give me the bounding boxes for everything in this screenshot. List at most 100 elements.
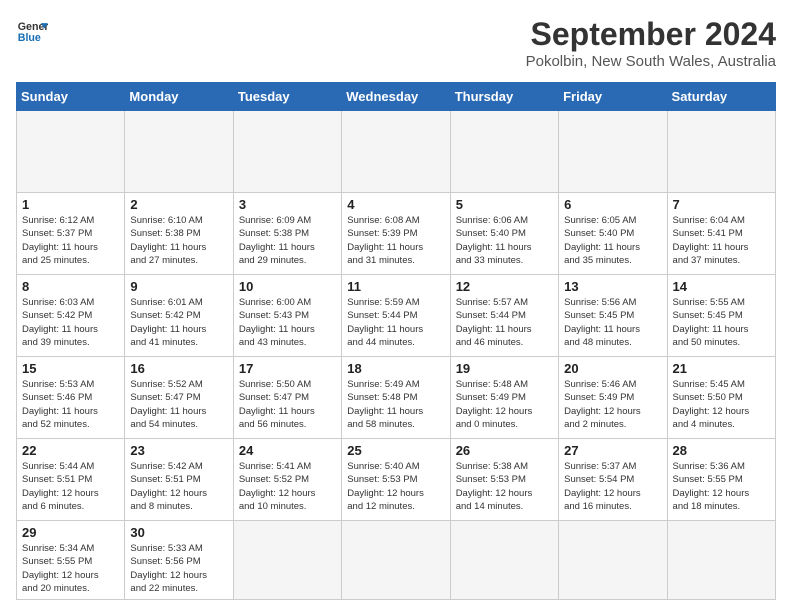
table-row bbox=[233, 111, 341, 193]
table-row: 13 Sunrise: 5:56 AM Sunset: 5:45 PM Dayli… bbox=[559, 275, 667, 357]
day-number: 5 bbox=[456, 197, 553, 212]
day-number: 10 bbox=[239, 279, 336, 294]
logo-icon: General Blue bbox=[16, 16, 48, 48]
day-number: 16 bbox=[130, 361, 227, 376]
table-row: 2Sunrise: 6:10 AM Sunset: 5:38 PM Daylig… bbox=[125, 193, 233, 275]
table-row bbox=[559, 111, 667, 193]
table-row: 30 Sunrise: 5:33 AM Sunset: 5:56 PM Dayli… bbox=[125, 521, 233, 600]
day-info: Sunrise: 5:44 AM Sunset: 5:51 PM Dayligh… bbox=[22, 460, 119, 513]
day-info: Sunrise: 5:55 AM Sunset: 5:45 PM Dayligh… bbox=[673, 296, 770, 349]
table-row: 20Sunrise: 5:46 AM Sunset: 5:49 PM Dayli… bbox=[559, 357, 667, 439]
day-info: Sunrise: 5:36 AM Sunset: 5:55 PM Dayligh… bbox=[673, 460, 770, 513]
col-tuesday: Tuesday bbox=[233, 83, 341, 111]
table-row: 5 Sunrise: 6:06 AM Sunset: 5:40 PM Daylig… bbox=[450, 193, 558, 275]
day-info: Sunrise: 6:10 AM Sunset: 5:38 PM Dayligh… bbox=[130, 214, 227, 267]
table-row: 29 Sunrise: 5:34 AM Sunset: 5:55 PM Dayli… bbox=[17, 521, 125, 600]
calendar-body: 1Sunrise: 6:12 AM Sunset: 5:37 PM Daylig… bbox=[17, 111, 776, 600]
table-row: 19 Sunrise: 5:48 AM Sunset: 5:49 PM Dayli… bbox=[450, 357, 558, 439]
day-number: 24 bbox=[239, 443, 336, 458]
table-row bbox=[233, 521, 341, 600]
table-row bbox=[342, 521, 450, 600]
table-row bbox=[559, 521, 667, 600]
table-row: 28Sunrise: 5:36 AM Sunset: 5:55 PM Dayli… bbox=[667, 439, 775, 521]
table-row: 25Sunrise: 5:40 AM Sunset: 5:53 PM Dayli… bbox=[342, 439, 450, 521]
table-row: 21Sunrise: 5:45 AM Sunset: 5:50 PM Dayli… bbox=[667, 357, 775, 439]
day-info: Sunrise: 5:45 AM Sunset: 5:50 PM Dayligh… bbox=[673, 378, 770, 431]
day-info: Sunrise: 5:52 AM Sunset: 5:47 PM Dayligh… bbox=[130, 378, 227, 431]
calendar-header: Sunday Monday Tuesday Wednesday Thursday… bbox=[17, 83, 776, 111]
day-number: 3 bbox=[239, 197, 336, 212]
table-row: 17Sunrise: 5:50 AM Sunset: 5:47 PM Dayli… bbox=[233, 357, 341, 439]
day-number: 15 bbox=[22, 361, 119, 376]
day-number: 11 bbox=[347, 279, 444, 294]
day-number: 13 bbox=[564, 279, 661, 294]
table-row: 1Sunrise: 6:12 AM Sunset: 5:37 PM Daylig… bbox=[17, 193, 125, 275]
table-row: 15Sunrise: 5:53 AM Sunset: 5:46 PM Dayli… bbox=[17, 357, 125, 439]
col-wednesday: Wednesday bbox=[342, 83, 450, 111]
day-number: 22 bbox=[22, 443, 119, 458]
day-number: 8 bbox=[22, 279, 119, 294]
col-thursday: Thursday bbox=[450, 83, 558, 111]
day-number: 18 bbox=[347, 361, 444, 376]
table-row bbox=[667, 521, 775, 600]
day-info: Sunrise: 5:34 AM Sunset: 5:55 PM Dayligh… bbox=[22, 542, 119, 595]
day-info: Sunrise: 5:33 AM Sunset: 5:56 PM Dayligh… bbox=[130, 542, 227, 595]
day-info: Sunrise: 5:57 AM Sunset: 5:44 PM Dayligh… bbox=[456, 296, 553, 349]
table-row: 24 Sunrise: 5:41 AM Sunset: 5:52 PM Dayli… bbox=[233, 439, 341, 521]
day-info: Sunrise: 6:06 AM Sunset: 5:40 PM Dayligh… bbox=[456, 214, 553, 267]
table-row bbox=[17, 111, 125, 193]
table-row: 11 Sunrise: 5:59 AM Sunset: 5:44 PM Dayli… bbox=[342, 275, 450, 357]
day-number: 1 bbox=[22, 197, 119, 212]
day-info: Sunrise: 5:48 AM Sunset: 5:49 PM Dayligh… bbox=[456, 378, 553, 431]
table-row: 6 Sunrise: 6:05 AM Sunset: 5:40 PM Daylig… bbox=[559, 193, 667, 275]
day-number: 9 bbox=[130, 279, 227, 294]
svg-text:Blue: Blue bbox=[18, 32, 41, 44]
day-info: Sunrise: 5:49 AM Sunset: 5:48 PM Dayligh… bbox=[347, 378, 444, 431]
day-info: Sunrise: 6:04 AM Sunset: 5:41 PM Dayligh… bbox=[673, 214, 770, 267]
table-row bbox=[450, 521, 558, 600]
table-row: 22 Sunrise: 5:44 AM Sunset: 5:51 PM Dayli… bbox=[17, 439, 125, 521]
day-number: 4 bbox=[347, 197, 444, 212]
day-number: 25 bbox=[347, 443, 444, 458]
day-info: Sunrise: 5:38 AM Sunset: 5:53 PM Dayligh… bbox=[456, 460, 553, 513]
table-row bbox=[667, 111, 775, 193]
day-info: Sunrise: 6:09 AM Sunset: 5:38 PM Dayligh… bbox=[239, 214, 336, 267]
col-friday: Friday bbox=[559, 83, 667, 111]
day-number: 14 bbox=[673, 279, 770, 294]
day-number: 20 bbox=[564, 361, 661, 376]
day-number: 12 bbox=[456, 279, 553, 294]
day-info: Sunrise: 5:37 AM Sunset: 5:54 PM Dayligh… bbox=[564, 460, 661, 513]
table-row: 12 Sunrise: 5:57 AM Sunset: 5:44 PM Dayli… bbox=[450, 275, 558, 357]
title-block: September 2024 Pokolbin, New South Wales… bbox=[526, 16, 776, 70]
day-number: 23 bbox=[130, 443, 227, 458]
day-number: 7 bbox=[673, 197, 770, 212]
table-row: 10 Sunrise: 6:00 AM Sunset: 5:43 PM Dayli… bbox=[233, 275, 341, 357]
page-header: General Blue September 2024 Pokolbin, Ne… bbox=[16, 16, 776, 70]
table-row: 26 Sunrise: 5:38 AM Sunset: 5:53 PM Dayli… bbox=[450, 439, 558, 521]
table-row: 16 Sunrise: 5:52 AM Sunset: 5:47 PM Dayli… bbox=[125, 357, 233, 439]
day-info: Sunrise: 6:00 AM Sunset: 5:43 PM Dayligh… bbox=[239, 296, 336, 349]
month-title: September 2024 bbox=[526, 16, 776, 53]
day-number: 30 bbox=[130, 525, 227, 540]
table-row: 4Sunrise: 6:08 AM Sunset: 5:39 PM Daylig… bbox=[342, 193, 450, 275]
day-info: Sunrise: 5:56 AM Sunset: 5:45 PM Dayligh… bbox=[564, 296, 661, 349]
day-number: 27 bbox=[564, 443, 661, 458]
day-info: Sunrise: 5:42 AM Sunset: 5:51 PM Dayligh… bbox=[130, 460, 227, 513]
day-number: 19 bbox=[456, 361, 553, 376]
day-number: 29 bbox=[22, 525, 119, 540]
logo: General Blue bbox=[16, 16, 48, 48]
day-info: Sunrise: 6:05 AM Sunset: 5:40 PM Dayligh… bbox=[564, 214, 661, 267]
day-info: Sunrise: 5:41 AM Sunset: 5:52 PM Dayligh… bbox=[239, 460, 336, 513]
day-info: Sunrise: 5:59 AM Sunset: 5:44 PM Dayligh… bbox=[347, 296, 444, 349]
table-row: 8Sunrise: 6:03 AM Sunset: 5:42 PM Daylig… bbox=[17, 275, 125, 357]
col-monday: Monday bbox=[125, 83, 233, 111]
col-saturday: Saturday bbox=[667, 83, 775, 111]
table-row: 23 Sunrise: 5:42 AM Sunset: 5:51 PM Dayli… bbox=[125, 439, 233, 521]
table-row bbox=[450, 111, 558, 193]
table-row: 7 Sunrise: 6:04 AM Sunset: 5:41 PM Daylig… bbox=[667, 193, 775, 275]
day-number: 6 bbox=[564, 197, 661, 212]
table-row: 27 Sunrise: 5:37 AM Sunset: 5:54 PM Dayli… bbox=[559, 439, 667, 521]
col-sunday: Sunday bbox=[17, 83, 125, 111]
table-row: 14 Sunrise: 5:55 AM Sunset: 5:45 PM Dayli… bbox=[667, 275, 775, 357]
day-number: 26 bbox=[456, 443, 553, 458]
